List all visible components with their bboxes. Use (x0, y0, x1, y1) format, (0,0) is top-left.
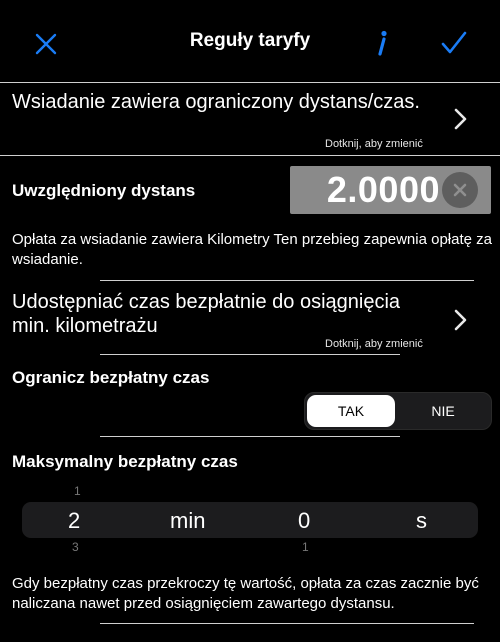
row-divider (100, 354, 400, 355)
section-divider (100, 623, 474, 624)
page-title: Reguły taryfy (189, 30, 311, 51)
share-free-time-hint: Dotknij, aby zmienić (325, 338, 423, 350)
time-picker[interactable] (22, 502, 478, 538)
info-button[interactable] (366, 26, 398, 60)
picker-minutes-prev: 1 (74, 484, 81, 498)
included-distance-value: 2.0000 (326, 169, 440, 210)
limit-free-time-segmented-control: TAK NIE (304, 392, 492, 430)
chevron-right-icon (454, 108, 467, 130)
picker-seconds-unit: s (416, 508, 427, 533)
row-divider (0, 155, 500, 156)
boarding-description: Opłata za wsiadanie zawiera Kilometry Te… (12, 231, 492, 268)
boarding-limit-hint: Dotknij, aby zmienić (325, 138, 423, 150)
picker-minutes-unit: min (170, 508, 206, 533)
checkmark-icon (441, 31, 467, 54)
chevron-right-icon (454, 309, 467, 331)
section-divider (100, 280, 474, 281)
segment-no[interactable]: NIE (399, 395, 487, 427)
info-icon (378, 30, 387, 56)
boarding-limit-title: Wsiadanie zawiera ograniczony dystans/cz… (12, 91, 420, 113)
share-free-time-title: Udostępniać czas bezpłatnie do osiągnięc… (12, 291, 401, 337)
footer-description: Gdy bezpłatny czas przekroczy tę wartość… (12, 575, 479, 612)
picker-minutes-next: 3 (72, 540, 79, 554)
clear-icon (453, 183, 467, 197)
picker-seconds-next: 1 (302, 540, 309, 554)
segment-yes[interactable]: TAK (307, 395, 395, 427)
nav-divider (0, 82, 500, 83)
confirm-button[interactable] (436, 26, 472, 60)
picker-seconds-value[interactable]: 0 (298, 508, 310, 534)
section-divider (100, 436, 400, 437)
limit-free-time-label: Ogranicz bezpłatny czas (12, 368, 210, 387)
included-distance-label: Uwzględniony dystans (12, 181, 196, 200)
max-free-time-label: Maksymalny bezpłatny czas (12, 452, 238, 471)
clear-value-button[interactable] (442, 172, 478, 208)
picker-minutes-value[interactable]: 2 (68, 508, 80, 534)
